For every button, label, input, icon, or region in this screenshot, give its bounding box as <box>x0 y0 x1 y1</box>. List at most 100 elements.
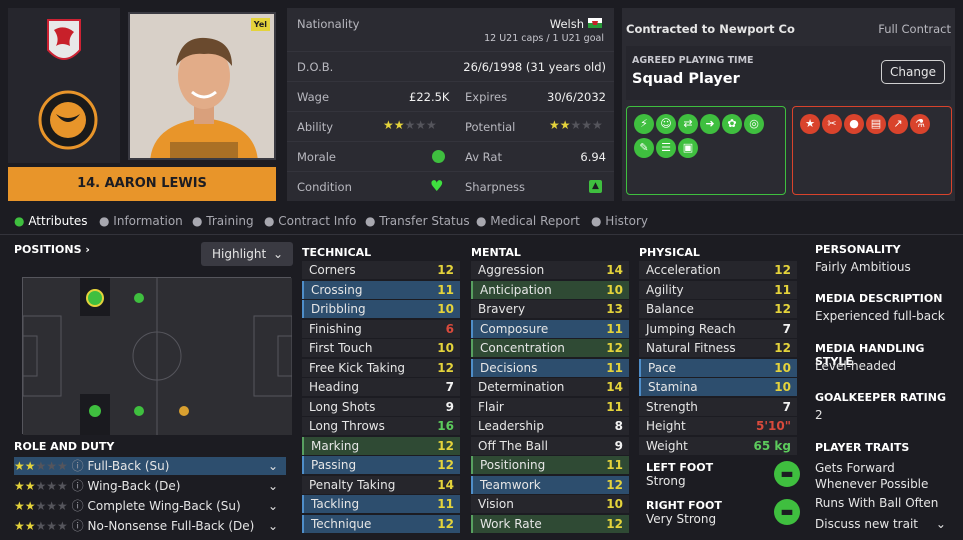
flask-icon[interactable]: ⚗ <box>910 114 930 134</box>
attribute-name: Balance <box>646 302 694 316</box>
run-icon[interactable]: ➜ <box>700 114 720 134</box>
attribute-row[interactable]: Long Throws 16 <box>302 417 460 435</box>
attribute-row[interactable]: Positioning 11 <box>471 456 629 474</box>
attribute-name: Vision <box>478 497 514 511</box>
attribute-value: 12 <box>437 263 454 277</box>
attribute-row[interactable]: Weight 65 kg <box>639 436 797 455</box>
attribute-value: 14 <box>606 380 623 394</box>
wage-row: Wage £22.5K Expires 30/6/2032 <box>287 82 614 112</box>
role-row-full-back[interactable]: ★★★★★ ⓘ Full-Back (Su) ⌄ <box>14 457 286 475</box>
dribble-icon[interactable]: ✂ <box>822 114 842 134</box>
squad-status-badge: Yel <box>250 18 270 31</box>
attribute-row[interactable]: Flair 11 <box>471 397 629 416</box>
attribute-row[interactable]: Tackling 11 <box>302 495 460 513</box>
attribute-row[interactable]: Dribbling 10 <box>302 300 460 318</box>
notes-icon[interactable]: ☰ <box>656 138 676 158</box>
attribute-row[interactable]: Work Rate 12 <box>471 514 629 533</box>
tab-contract-info[interactable]: ● Contract Info <box>264 214 356 228</box>
attribute-row[interactable]: Height 5'10" <box>639 417 797 435</box>
attribute-row[interactable]: Strength 7 <box>639 397 797 416</box>
document-icon[interactable]: ▤ <box>866 114 886 134</box>
attribute-value: 12 <box>774 341 791 355</box>
chart-icon[interactable]: ↗ <box>888 114 908 134</box>
role-row-no-nonsense-full-back[interactable]: ★★★★★ ⓘ No-Nonsense Full-Back (De) ⌄ <box>14 517 286 535</box>
attribute-name: Decisions <box>480 360 538 375</box>
attribute-row[interactable]: Jumping Reach 7 <box>639 319 797 338</box>
sharpness-label: Sharpness <box>465 180 526 194</box>
discuss-trait-button[interactable]: Discuss new trait ⌄ <box>815 517 946 531</box>
attribute-value: 9 <box>445 399 454 414</box>
role-row-complete-wing-back[interactable]: ★★★★★ ⓘ Complete Wing-Back (Su) ⌄ <box>14 497 286 515</box>
attribute-name: First Touch <box>309 341 373 355</box>
pass-icon[interactable]: ⇄ <box>678 114 698 134</box>
positions-label[interactable]: POSITIONS › <box>14 243 90 256</box>
attribute-row[interactable]: Passing 12 <box>302 456 460 474</box>
target-icon[interactable]: ◎ <box>744 114 764 134</box>
attribute-row[interactable]: Leadership 8 <box>471 417 629 435</box>
attribute-row[interactable]: Finishing 6 <box>302 319 460 338</box>
highlight-dropdown[interactable]: Highlight ⌄ <box>201 242 293 266</box>
attribute-row[interactable]: Aggression 14 <box>471 261 629 279</box>
attribute-row[interactable]: Teamwork 12 <box>471 475 629 494</box>
attribute-row[interactable]: Determination 14 <box>471 378 629 396</box>
brain-icon[interactable]: ✿ <box>722 114 742 134</box>
attribute-row[interactable]: Technique 12 <box>302 514 460 533</box>
role-row-wing-back[interactable]: ★★★★★ ⓘ Wing-Back (De) ⌄ <box>14 477 286 495</box>
tab-training[interactable]: ● Training <box>192 214 254 228</box>
tab-medical-report[interactable]: ● Medical Report <box>476 214 580 228</box>
attribute-row[interactable]: Agility 11 <box>639 280 797 299</box>
tab-transfer-status[interactable]: ● Transfer Status <box>365 214 470 228</box>
attribute-row[interactable]: Long Shots 9 <box>302 397 460 416</box>
change-button[interactable]: Change <box>881 60 945 84</box>
card-icon[interactable]: ▣ <box>678 138 698 158</box>
attribute-row[interactable]: Crossing 11 <box>302 280 460 299</box>
header-icon[interactable]: ● <box>844 114 864 134</box>
condition-heart-icon: ♥ <box>430 177 444 195</box>
tab-history[interactable]: ● History <box>591 214 648 228</box>
attribute-row[interactable]: Acceleration 12 <box>639 261 797 279</box>
teamwork-icon[interactable]: ☺ <box>656 114 676 134</box>
attribute-row[interactable]: Composure 11 <box>471 319 629 338</box>
attribute-row[interactable]: Marking 12 <box>302 436 460 455</box>
attribute-value: 11 <box>606 321 623 336</box>
apt-value: Squad Player <box>632 71 740 87</box>
attribute-row[interactable]: Bravery 13 <box>471 300 629 318</box>
attribute-value: 7 <box>782 321 791 336</box>
tab-information[interactable]: ● Information <box>99 214 183 228</box>
mental-label: MENTAL <box>471 246 521 259</box>
morale-row: Morale Av Rat 6.94 <box>287 142 614 172</box>
attribute-row[interactable]: Pace 10 <box>639 358 797 377</box>
attribute-row[interactable]: Off The Ball 9 <box>471 436 629 455</box>
attribute-row[interactable]: Vision 10 <box>471 495 629 513</box>
attribute-row[interactable]: Concentration 12 <box>471 339 629 357</box>
attribute-row[interactable]: Decisions 11 <box>471 358 629 377</box>
attribute-name: Finishing <box>309 321 362 336</box>
traits-label: PLAYER TRAITS <box>815 441 910 454</box>
newport-county-badge-icon <box>38 90 98 150</box>
attribute-name: Weight <box>646 438 688 453</box>
club-badges-panel <box>8 8 120 163</box>
attribute-row[interactable]: Natural Fitness 12 <box>639 339 797 357</box>
attribute-name: Long Throws <box>309 419 385 433</box>
lightning-icon[interactable]: ⚡ <box>634 114 654 134</box>
tab-attributes[interactable]: ● Attributes <box>14 214 88 228</box>
attribute-row[interactable]: First Touch 10 <box>302 339 460 357</box>
attribute-name: Composure <box>480 321 549 336</box>
boot-icon[interactable]: ✎ <box>634 138 654 158</box>
attribute-value: 7 <box>445 380 454 394</box>
attribute-name: Flair <box>478 399 504 414</box>
attribute-row[interactable]: Balance 12 <box>639 300 797 318</box>
attribute-row[interactable]: Anticipation 10 <box>471 280 629 299</box>
trait-item: Runs With Ball Often <box>815 496 939 510</box>
gk-rating-label: GOALKEEPER RATING <box>815 391 946 404</box>
attribute-value: 12 <box>606 516 623 531</box>
attribute-row[interactable]: Penalty Taking 14 <box>302 475 460 494</box>
attribute-row[interactable]: Free Kick Taking 12 <box>302 358 460 377</box>
attribute-row[interactable]: Stamina 10 <box>639 378 797 396</box>
attribute-value: 5'10" <box>756 419 791 433</box>
attribute-row[interactable]: Corners 12 <box>302 261 460 279</box>
attribute-value: 11 <box>437 497 454 511</box>
attribute-row[interactable]: Heading 7 <box>302 378 460 396</box>
star-icon[interactable]: ★ <box>800 114 820 134</box>
attribute-value: 10 <box>774 360 791 375</box>
